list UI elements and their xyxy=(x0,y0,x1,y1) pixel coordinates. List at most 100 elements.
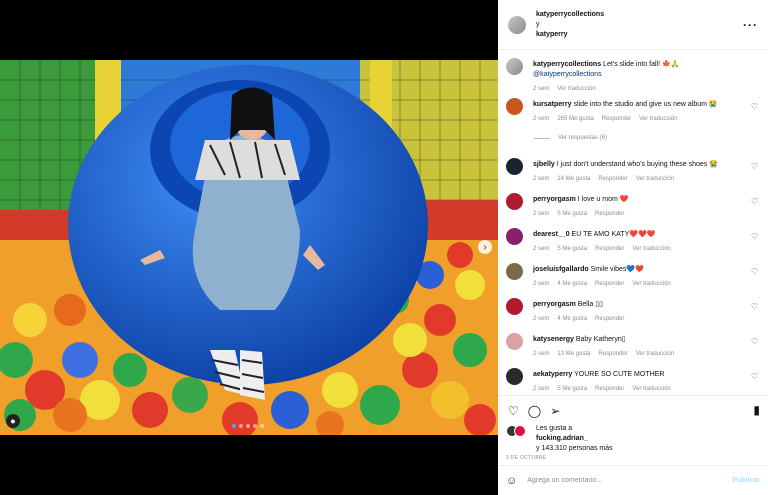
comment-user[interactable]: perryorgasm xyxy=(533,196,576,203)
carousel-dots xyxy=(232,424,264,428)
comment-likes[interactable]: 5 Me gusta xyxy=(557,386,587,392)
publish-button[interactable]: Publicar xyxy=(732,477,760,484)
comment-avatar[interactable] xyxy=(506,263,523,280)
comment-reply[interactable]: Responder xyxy=(595,211,624,217)
comment-translate[interactable]: Ver traducción xyxy=(632,246,670,252)
comment-row: perryorgasm I love u mom ❤️ 2 sem 5 Me gus… xyxy=(506,193,764,219)
comment-likes[interactable]: 5 Me gusta xyxy=(557,211,587,217)
likes-prefix: Les gusta a xyxy=(536,425,573,432)
comment-likes[interactable]: 14 Me gusta xyxy=(557,176,590,182)
comment-translate[interactable]: Ver traducción xyxy=(636,351,674,357)
comment-likes[interactable]: 265 Me gusta xyxy=(557,116,593,122)
comment-avatar[interactable] xyxy=(506,193,523,210)
comment-user[interactable]: aekatyperry xyxy=(533,371,572,378)
caption-text: Let's slide into fall! 🍁🙏 xyxy=(603,61,680,68)
comment-avatar[interactable] xyxy=(506,158,523,175)
more-horizontal-icon[interactable]: ··· xyxy=(743,18,758,32)
caption: katyperrycollections Let's slide into fa… xyxy=(506,58,764,94)
comment-reply[interactable]: Responder xyxy=(598,351,627,357)
bookmark-icon[interactable]: ▮ xyxy=(753,403,760,417)
likes-summary[interactable]: Les gusta a fucking.adrian_ y 143.310 pe… xyxy=(506,425,613,454)
user-tag-button[interactable]: ● xyxy=(6,414,20,428)
comment-translate[interactable]: Ver traducción xyxy=(639,116,677,122)
ball-pit-photo xyxy=(0,60,498,435)
caption-avatar[interactable] xyxy=(506,58,523,75)
comment-row: dearest__0 EU TE AMO KATY❤️❤️❤️ 2 sem 5 Me… xyxy=(506,228,764,254)
comment-user[interactable]: joseluisfgallardo xyxy=(533,266,589,273)
view-replies-label: Ver respuestas (6) xyxy=(558,135,608,141)
author-names: katyperrycollections y katyperry xyxy=(536,10,604,40)
smiley-icon[interactable]: ☺ xyxy=(506,475,517,487)
comment-text: Baby Katheryn▯ xyxy=(575,336,626,343)
comment-text: I love u mom ❤️ xyxy=(577,196,629,203)
comment-like-heart-icon[interactable]: ♡ xyxy=(751,337,758,346)
comment-reply[interactable]: Responder xyxy=(598,176,627,182)
replies-line xyxy=(534,137,550,139)
likes-suffix[interactable]: y 143.310 personas más xyxy=(536,444,613,454)
comment-user[interactable]: kursatperry xyxy=(533,101,572,108)
comment-avatar[interactable] xyxy=(506,98,523,115)
comment-time: 2 sem xyxy=(533,351,550,357)
author-avatar[interactable] xyxy=(508,15,526,34)
comment-reply[interactable]: Responder xyxy=(602,116,631,122)
comment-avatar[interactable] xyxy=(506,368,523,385)
comment-like-heart-icon[interactable]: ♡ xyxy=(751,232,758,241)
post-photo[interactable] xyxy=(0,60,498,435)
comment-row: katysenergy Baby Katheryn▯ 2 sem 13 Me gus… xyxy=(506,333,764,359)
comment-row: kursatperry slide into the studio and gi… xyxy=(506,98,764,124)
comment-icon[interactable]: ◯ xyxy=(528,404,541,418)
comment-text: EU TE AMO KATY❤️❤️❤️ xyxy=(571,231,656,238)
comment-user[interactable]: perryorgasm xyxy=(533,301,576,308)
comment-reply[interactable]: Responder xyxy=(595,316,624,322)
heart-icon[interactable]: ♡ xyxy=(508,404,519,418)
likes-user[interactable]: fucking.adrian_ xyxy=(536,435,588,442)
comment-avatar[interactable] xyxy=(506,228,523,245)
comment-like-heart-icon[interactable]: ♡ xyxy=(751,162,758,171)
comment-translate[interactable]: Ver traducción xyxy=(636,176,674,182)
comment-input[interactable]: Agrega un comentario... xyxy=(527,477,602,484)
author-username-1[interactable]: katyperrycollections xyxy=(536,10,604,20)
caption-mention[interactable]: @katyperrycollections xyxy=(533,70,764,80)
comment-user[interactable]: katysenergy xyxy=(533,336,574,343)
comment-reply[interactable]: Responder xyxy=(595,246,624,252)
post-side-panel: katyperrycollections y katyperry ··· kat… xyxy=(498,0,768,495)
comment-like-heart-icon[interactable]: ♡ xyxy=(751,267,758,276)
comment-user[interactable]: sjbelly xyxy=(533,161,555,168)
chevron-right-icon: › xyxy=(483,241,487,253)
post-actions: ♡ ◯ ➢ ▮ Les gusta a fucking.adrian_ y 14… xyxy=(498,395,768,465)
comment-likes[interactable]: 13 Me gusta xyxy=(557,351,590,357)
comment-likes[interactable]: 4 Me gusta xyxy=(557,281,587,287)
comment-reply[interactable]: Responder xyxy=(595,281,624,287)
comment-likes[interactable]: 5 Me gusta xyxy=(557,246,587,252)
comment-row: joseluisfgallardo Smile vibes💙❤️ 2 sem 4 M… xyxy=(506,263,764,289)
comment-translate[interactable]: Ver traducción xyxy=(632,386,670,392)
comment-likes[interactable]: 4 Me gusta xyxy=(557,316,587,322)
comment-like-heart-icon[interactable]: ♡ xyxy=(751,102,758,111)
comment-avatar[interactable] xyxy=(506,333,523,350)
carousel-dot xyxy=(246,424,250,428)
comment-like-heart-icon[interactable]: ♡ xyxy=(751,372,758,381)
caption-user[interactable]: katyperrycollections xyxy=(533,61,601,68)
caption-translate[interactable]: Ver traducción xyxy=(557,86,595,92)
carousel-dot xyxy=(239,424,243,428)
view-replies-button[interactable]: Ver respuestas (6) xyxy=(534,135,607,141)
comment-row: aekatyperry YOURE SO CUTE MOTHER 2 sem 5 M… xyxy=(506,368,764,394)
comment-like-heart-icon[interactable]: ♡ xyxy=(751,302,758,311)
comment-text: I just don't understand who's buying the… xyxy=(556,161,718,168)
author-username-2[interactable]: katyperry xyxy=(536,30,604,40)
media-viewer: › ● xyxy=(0,0,498,495)
comment-time: 2 sem xyxy=(533,176,550,182)
comment-time: 2 sem xyxy=(533,316,550,322)
carousel-dot xyxy=(232,424,236,428)
comment-user[interactable]: dearest__0 xyxy=(533,231,570,238)
comment-reply[interactable]: Responder xyxy=(595,386,624,392)
next-photo-button[interactable]: › xyxy=(478,240,492,254)
comment-like-heart-icon[interactable]: ♡ xyxy=(751,197,758,206)
comment-text: Bella ▯▯ xyxy=(577,301,603,308)
comment-avatar[interactable] xyxy=(506,298,523,315)
send-icon[interactable]: ➢ xyxy=(550,404,560,418)
comments-list: katyperrycollections Let's slide into fa… xyxy=(498,50,768,395)
comment-time: 2 sem xyxy=(533,281,550,287)
carousel-dot xyxy=(260,424,264,428)
comment-translate[interactable]: Ver traducción xyxy=(632,281,670,287)
